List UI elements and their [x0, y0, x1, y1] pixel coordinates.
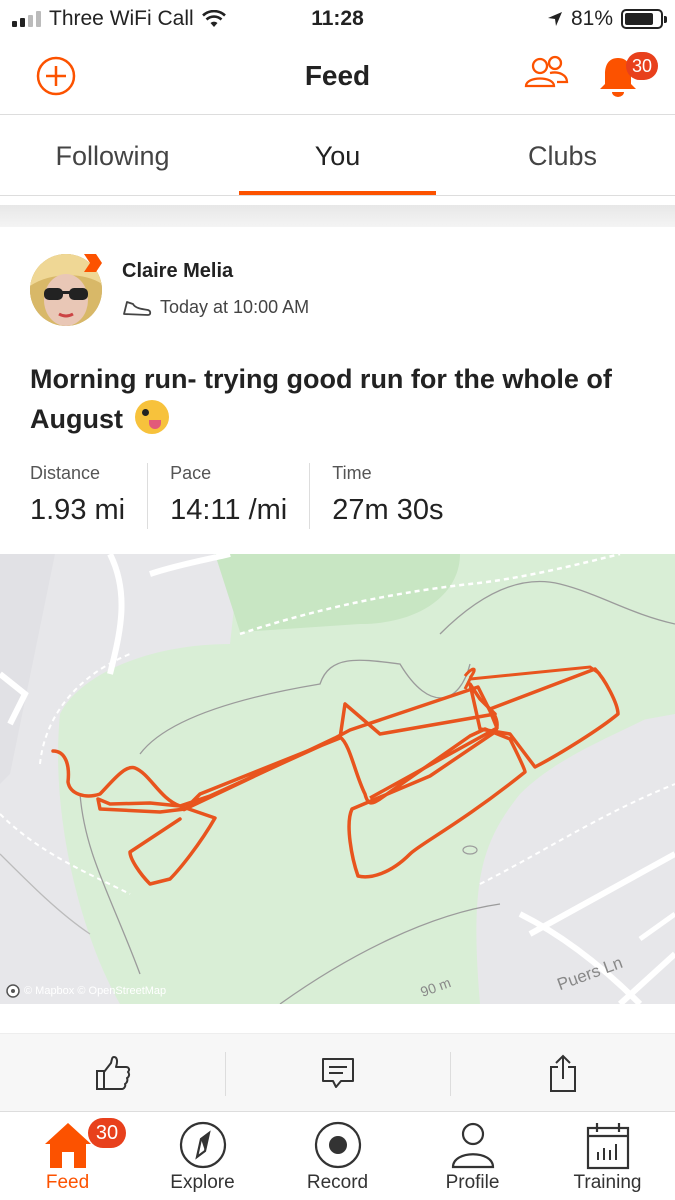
nav-label: Training [573, 1172, 642, 1193]
card-footer-gap [0, 1004, 675, 1034]
record-icon [314, 1121, 361, 1169]
page-title: Feed [304, 60, 371, 91]
route-map[interactable]: © Mapbox © OpenStreetMap 90 m Puers Ln [0, 554, 675, 1004]
zany-face-emoji-icon [134, 400, 169, 434]
app-header: Feed [0, 40, 675, 115]
comment-button[interactable] [225, 1034, 450, 1111]
nav-record[interactable]: Record [270, 1112, 405, 1200]
status-bar: Three WiFi Call 11:28 81% [0, 0, 675, 40]
home-icon [44, 1123, 91, 1168]
stat-label: Distance [30, 463, 101, 483]
location-arrow-icon [547, 12, 562, 26]
thumbs-up-icon [95, 1055, 130, 1090]
map-attribution-text: © Mapbox © OpenStreetMap [24, 985, 167, 997]
nav-label: Explore [170, 1172, 235, 1193]
activity-title[interactable]: Morning run- trying good run for the who… [30, 359, 645, 439]
person-icon [451, 1122, 494, 1169]
calendar-chart-icon [586, 1123, 629, 1170]
share-button[interactable] [450, 1034, 675, 1111]
feed-count-badge: 30 [88, 1118, 126, 1148]
activity-actions [0, 1034, 675, 1112]
nav-explore[interactable]: Explore [135, 1112, 270, 1200]
subscriber-badge-icon [84, 254, 102, 272]
battery-percent: 81% [570, 7, 613, 30]
athlete-name[interactable]: Claire Melia [122, 260, 233, 283]
stat-value: 1.93 mi [30, 494, 126, 526]
stat-time: Time 27m 30s [332, 463, 465, 529]
tab-you[interactable]: You [225, 116, 450, 195]
stat-value: 27m 30s [332, 494, 444, 526]
find-friends-icon[interactable] [523, 54, 569, 94]
battery-fill [625, 13, 653, 25]
shoe-icon [123, 300, 152, 316]
activity-title-text: Morning run- trying good run for the who… [30, 364, 612, 434]
nav-profile[interactable]: Profile [405, 1112, 540, 1200]
stat-distance: Distance 1.93 mi [30, 463, 149, 529]
tab-following[interactable]: Following [0, 116, 225, 195]
feed-tabs: Following You Clubs [0, 116, 675, 196]
nav-label: Record [306, 1172, 369, 1193]
map-attribution[interactable]: © Mapbox © OpenStreetMap [6, 984, 166, 998]
stat-label: Time [332, 463, 372, 483]
stat-value: 14:11 /mi [170, 494, 288, 526]
compass-icon [179, 1121, 226, 1169]
bottom-nav: Feed 30 Explore Record Profile Training [0, 1112, 675, 1200]
status-right: 81% [547, 7, 667, 31]
stat-pace: Pace 14:11 /mi [170, 463, 311, 529]
feed-separator [0, 205, 675, 227]
nav-feed[interactable]: Feed 30 [0, 1112, 135, 1200]
map-canvas [0, 554, 675, 1004]
nav-label: Feed [45, 1172, 90, 1193]
share-icon [549, 1054, 576, 1092]
activity-stats: Distance 1.93 mi Pace 14:11 /mi Time 27m… [30, 463, 487, 529]
nav-label: Profile [445, 1172, 500, 1193]
mapbox-logo-icon [6, 984, 20, 998]
comment-icon [321, 1057, 354, 1088]
activity-timestamp: Today at 10:00 AM [160, 297, 310, 317]
activity-meta: Today at 10:00 AM [122, 297, 309, 318]
notification-count-badge: 30 [626, 52, 658, 80]
stat-label: Pace [170, 463, 212, 483]
nav-training[interactable]: Training [540, 1112, 675, 1200]
battery-icon [621, 9, 667, 29]
kudos-button[interactable] [0, 1034, 225, 1111]
tab-clubs[interactable]: Clubs [450, 116, 675, 195]
